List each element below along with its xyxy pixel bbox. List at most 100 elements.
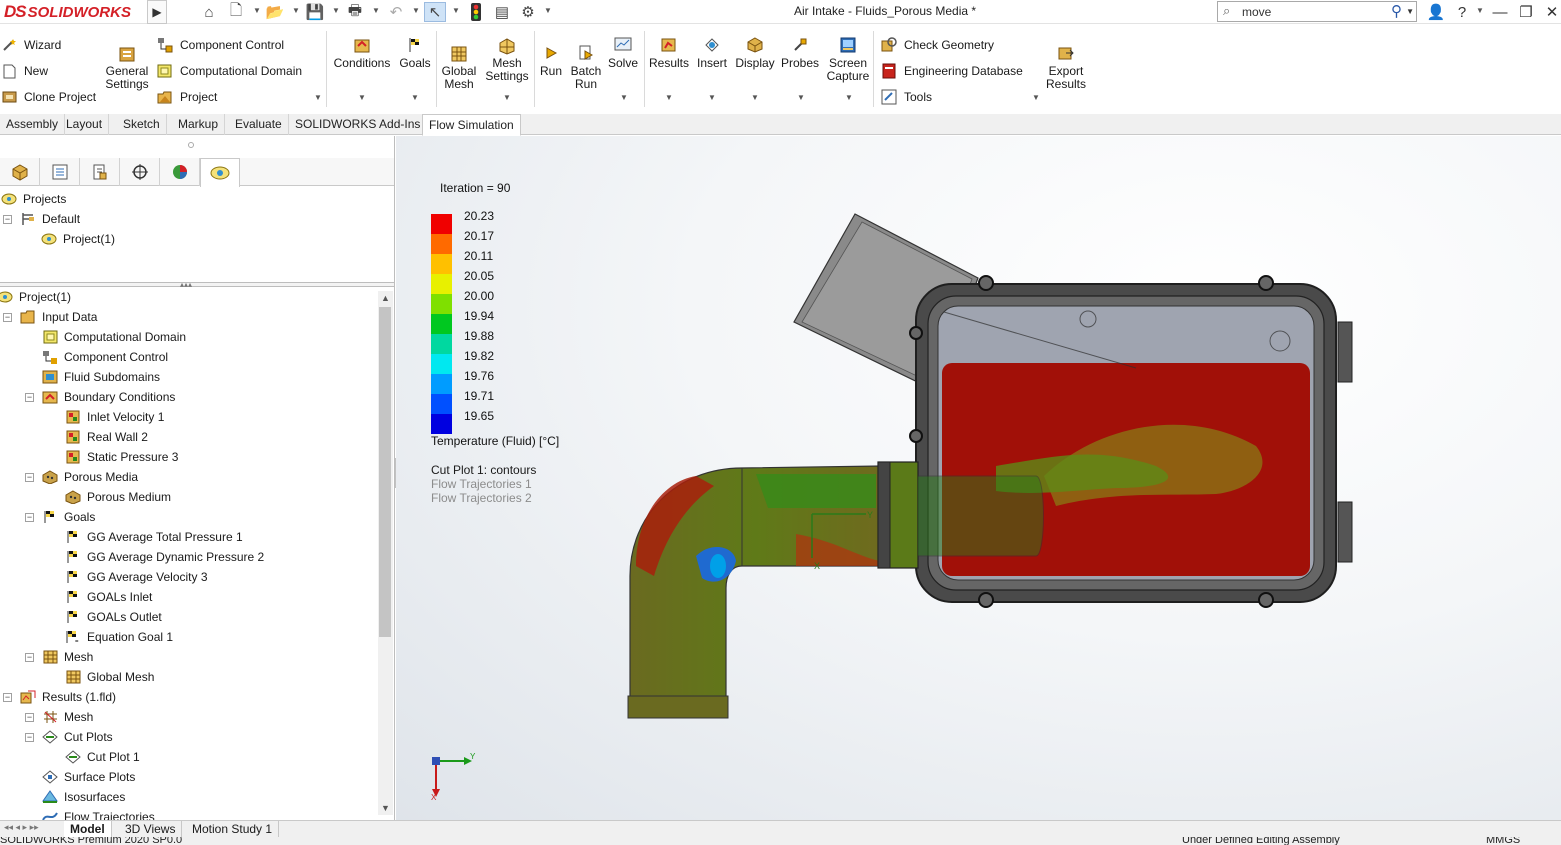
tab-3d-views[interactable]: 3D Views: [119, 821, 183, 838]
print-dropdown-icon[interactable]: ▼: [372, 6, 380, 15]
tab-layout[interactable]: Layout: [60, 114, 110, 135]
default-collapse-icon[interactable]: −: [3, 215, 12, 224]
tree-item[interactable]: Component Control: [41, 347, 168, 367]
options-gear-icon[interactable]: ⚙: [517, 2, 539, 22]
results-button[interactable]: Results: [647, 37, 691, 70]
tab-scroll-arrows-icon[interactable]: ◂◂ ◂ ▸ ▸▸: [4, 822, 39, 833]
search-scope-icon[interactable]: ⌕: [1223, 3, 1230, 19]
run-button[interactable]: Run: [537, 45, 565, 78]
tree-item[interactable]: Inlet Velocity 1: [64, 407, 164, 427]
display-manager-tab-icon[interactable]: [160, 158, 200, 186]
splitter-grip-icon[interactable]: ▴▴▴: [180, 280, 192, 289]
tree-item[interactable]: Porous Media: [41, 467, 138, 487]
component-control-button[interactable]: Component Control: [156, 35, 284, 55]
restore-icon[interactable]: ❐: [1515, 2, 1537, 22]
tree-item[interactable]: Fluid Subdomains: [41, 367, 160, 387]
general-settings-button[interactable]: General Settings: [104, 45, 150, 91]
scroll-up-icon[interactable]: ▲: [381, 293, 390, 303]
select-arrow-icon[interactable]: ↖: [424, 2, 446, 22]
flow-simulation-tab-icon[interactable]: [200, 158, 240, 187]
tab-flow-simulation[interactable]: Flow Simulation: [422, 114, 521, 136]
mesh-settings-button[interactable]: Mesh Settings: [484, 37, 530, 83]
project-1-node[interactable]: Project(1): [40, 229, 115, 249]
tree-item[interactable]: Project(1): [0, 287, 71, 307]
wizard-button[interactable]: Wizard: [0, 35, 61, 55]
graphics-area[interactable]: ⌕ ⊡ ↶ ◨ ✎ ⬚ ▼ ◧ ▼ ◉ ▼ ● ◐ ▼ ▭ ▼ 📷 ⊏ ⊐ — …: [396, 136, 1561, 820]
rebuild-traffic-light-icon[interactable]: [465, 2, 487, 22]
display-button[interactable]: Display: [733, 37, 777, 70]
search-input[interactable]: move: [1242, 5, 1271, 19]
search-magnifier-icon[interactable]: ⚲: [1391, 2, 1402, 20]
goals-button[interactable]: Goals: [397, 37, 433, 70]
solidworks-logo[interactable]: DS SOLIDWORKS: [4, 1, 142, 23]
configuration-manager-tab-icon[interactable]: [80, 158, 120, 186]
screen-capture-button[interactable]: Screen Capture: [825, 37, 871, 83]
solve-button[interactable]: Solve: [606, 37, 640, 70]
home-icon[interactable]: ⌂: [198, 2, 220, 22]
engineering-database-button[interactable]: Engineering Database: [880, 61, 1023, 81]
projects-root[interactable]: Projects: [0, 189, 66, 209]
tree-item[interactable]: GG Average Dynamic Pressure 2: [64, 547, 264, 567]
tree-item[interactable]: Computational Domain: [41, 327, 186, 347]
tree-collapse-icon[interactable]: −: [25, 733, 34, 742]
tab-markup[interactable]: Markup: [172, 114, 226, 135]
conditions-button[interactable]: Conditions: [332, 37, 392, 70]
tab-assembly[interactable]: Assembly: [0, 114, 66, 135]
undo-dropdown-icon[interactable]: ▼: [412, 6, 420, 15]
insert-dropdown-icon[interactable]: ▼: [708, 93, 716, 102]
tree-item[interactable]: Surface Plots: [41, 767, 135, 787]
probes-button[interactable]: Probes: [780, 37, 820, 70]
filter-housing[interactable]: [909, 275, 1353, 608]
tree-item[interactable]: Goals: [41, 507, 95, 527]
user-account-icon[interactable]: 👤: [1425, 2, 1447, 22]
tree-collapse-icon[interactable]: −: [25, 393, 34, 402]
scroll-down-icon[interactable]: ▼: [381, 803, 390, 813]
help-icon[interactable]: ?: [1451, 2, 1473, 22]
display-dropdown-icon[interactable]: ▼: [751, 93, 759, 102]
tab-model[interactable]: Model: [64, 821, 112, 838]
minimize-icon[interactable]: —: [1489, 2, 1511, 22]
menu-flyout-arrow-icon[interactable]: ▶: [147, 0, 167, 24]
tree-item[interactable]: Cut Plots: [41, 727, 113, 747]
save-dropdown-icon[interactable]: ▼: [332, 6, 340, 15]
tree-item[interactable]: Input Data: [19, 307, 97, 327]
tree-item[interactable]: Boundary Conditions: [41, 387, 175, 407]
new-dropdown-icon[interactable]: ▼: [253, 6, 261, 15]
save-icon[interactable]: 💾: [304, 2, 326, 22]
goals-dropdown-icon[interactable]: ▼: [411, 93, 419, 102]
tree-collapse-icon[interactable]: −: [3, 313, 12, 322]
tree-collapse-icon[interactable]: −: [25, 653, 34, 662]
project-menu-button[interactable]: Project: [156, 87, 217, 107]
tree-scrollbar[interactable]: ▲ ▼: [378, 291, 393, 815]
scroll-thumb[interactable]: [379, 307, 391, 637]
clone-project-button[interactable]: Clone Project: [0, 87, 96, 107]
insert-button[interactable]: Insert: [693, 37, 731, 70]
file-properties-icon[interactable]: ▤: [491, 2, 513, 22]
tree-item[interactable]: Real Wall 2: [64, 427, 148, 447]
export-results-button[interactable]: Export Results: [1042, 45, 1090, 91]
tree-collapse-icon[interactable]: −: [3, 693, 12, 702]
tree-item[interactable]: Porous Medium: [64, 487, 171, 507]
open-folder-icon[interactable]: 📂: [264, 2, 286, 22]
computational-domain-button[interactable]: Computational Domain: [156, 61, 302, 81]
duct-connector[interactable]: [877, 461, 1044, 569]
tab-solidworks-add-ins[interactable]: SOLIDWORKS Add-Ins: [289, 114, 428, 135]
open-dropdown-icon[interactable]: ▼: [292, 6, 300, 15]
tree-item[interactable]: GOALs Inlet: [64, 587, 152, 607]
tree-item[interactable]: Cut Plot 1: [64, 747, 140, 767]
batch-run-button[interactable]: Batch Run: [568, 45, 604, 91]
search-box[interactable]: ⌕ move ⚲ ▼: [1217, 1, 1417, 22]
tree-collapse-icon[interactable]: −: [25, 473, 34, 482]
tree-item[interactable]: = Equation Goal 1: [64, 627, 173, 647]
tree-item[interactable]: GOALs Outlet: [64, 607, 162, 627]
select-dropdown-icon[interactable]: ▼: [452, 6, 460, 15]
screen-capture-dropdown-icon[interactable]: ▼: [845, 93, 853, 102]
tools-dropdown-icon[interactable]: ▼: [1032, 93, 1040, 102]
tree-item[interactable]: Global Mesh: [64, 667, 154, 687]
outlet-elbow-pipe[interactable]: [627, 465, 882, 719]
mesh-settings-dropdown-icon[interactable]: ▼: [503, 93, 511, 102]
status-units[interactable]: MMGS: [1486, 837, 1520, 845]
conditions-dropdown-icon[interactable]: ▼: [358, 93, 366, 102]
default-configuration[interactable]: Default: [19, 209, 80, 229]
property-manager-tab-icon[interactable]: [40, 158, 80, 186]
